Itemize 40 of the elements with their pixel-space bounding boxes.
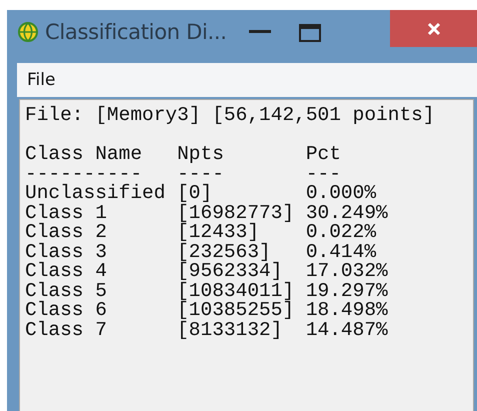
table-cell: 0.000% [306, 184, 376, 204]
globe-icon [17, 21, 39, 43]
header-rule: --- [306, 164, 341, 184]
header-rule: ---------- [25, 164, 142, 184]
table-cell: [9562334] [177, 262, 282, 282]
table-cell: Class 4 [25, 262, 107, 282]
table-cell: 0.414% [306, 242, 376, 262]
maximize-button[interactable] [298, 24, 321, 42]
file-info-line: File: [Memory3] [56,142,501 points] [25, 106, 436, 126]
table-cell: Class 5 [25, 282, 107, 301]
minimize-icon [248, 30, 271, 34]
table-cell: [10834011] [177, 282, 294, 301]
header-rule: ---- [177, 164, 224, 184]
table-cell: Class 3 [25, 242, 107, 262]
table-cell: [0] [177, 184, 212, 204]
table-cell: Unclassified [25, 184, 166, 204]
table-cell: 14.487% [306, 320, 388, 340]
table-cell: Class 6 [25, 301, 107, 320]
table-cell: 17.032% [306, 262, 388, 282]
table-cell: 19.297% [306, 282, 388, 301]
table-cell: [8133132] [177, 320, 282, 340]
minimize-button[interactable] [248, 30, 271, 34]
table-cell: 18.498% [306, 301, 388, 320]
menu-item[interactable]: File [27, 70, 56, 90]
close-button[interactable] [390, 10, 477, 47]
table-cell: Class 7 [25, 320, 107, 340]
column-header: Class Name [25, 145, 142, 164]
table-cell: [12433] [177, 223, 260, 242]
close-icon [426, 22, 440, 36]
column-header: Pct [306, 145, 341, 164]
table-cell: [232563] [177, 242, 271, 262]
window-title: Classification Di... [45, 20, 227, 44]
table-cell: [10385255] [177, 301, 294, 320]
table-cell: Class 2 [25, 223, 107, 242]
table-cell: [16982773] [177, 204, 294, 223]
table-cell: Class 1 [25, 204, 107, 223]
table-cell: 0.022% [306, 223, 376, 242]
table-cell: 30.249% [306, 204, 388, 223]
column-header: Npts [177, 145, 224, 164]
maximize-icon [298, 24, 321, 42]
